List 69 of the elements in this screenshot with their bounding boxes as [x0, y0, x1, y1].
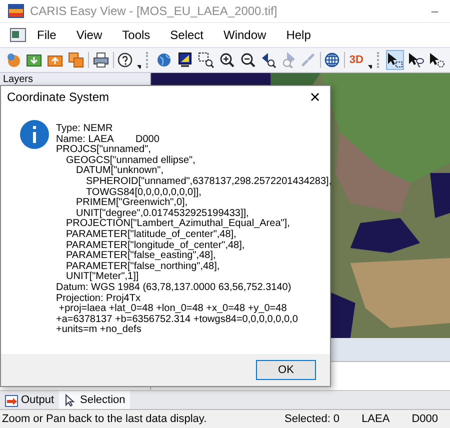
chain-icon [300, 52, 316, 68]
caret-icon[interactable] [137, 65, 142, 69]
pages-icon [68, 52, 84, 68]
menu-item[interactable]: Tools [113, 26, 160, 44]
status-message: Zoom or Pan back to the last data display. [1, 413, 208, 425]
status-field: D000 [402, 413, 450, 425]
document-icon [10, 28, 26, 42]
zoom-next-icon [282, 52, 295, 68]
info-text-line: UNIT["Meter",1]] [66, 272, 139, 283]
info-text-line: PROJCS["unnamed", [56, 145, 152, 156]
info-text-line: UNIT["degree",0.0174532925199433]], [76, 208, 249, 219]
output-icon [5, 394, 18, 406]
panel-title: Layers [3, 74, 34, 85]
info-text-line: PARAMETER["longitude_of_center",48], [66, 240, 246, 251]
info-text-line: Datum: WGS 1984 (63,78,137.0000 63,56,752.3140) [56, 282, 292, 294]
info-text-line: PROJECTION["Lambert_Azimuthal_Equal_Area"], [66, 219, 291, 230]
printer-icon [92, 52, 109, 68]
status-field: Selected: 0 [274, 413, 352, 425]
menu-item[interactable]: File [28, 26, 66, 44]
info-text-line: GEOGCS["unnamed ellipse", [66, 156, 196, 166]
info-icon [20, 120, 49, 149]
info-text-line: +units=m +no_defs [56, 325, 142, 336]
info-text-line: Type: NEMR [56, 124, 114, 135]
select-arrow-icon [386, 52, 403, 68]
info-text-line: PARAMETER["latitude_of_center",48], [66, 230, 238, 240]
select-arrow-icon [408, 52, 424, 68]
info-text-line: +a=6378137 +b=6356752.314 +towgs84=0,0,0,0,0,0,0 [56, 314, 299, 325]
close-button[interactable]: × [300, 86, 330, 108]
info-text-line: DATUM["unknown", [76, 166, 164, 176]
info-text-line: +proj=laea +lat_0=48 +lon_0=48 +x_0=48 +y_0=48 [58, 304, 288, 314]
panel-tab[interactable]: Selection [59, 391, 130, 409]
zoom-previous-icon [261, 52, 278, 68]
select-arrow-icon [428, 52, 445, 68]
toolbar-button[interactable] [260, 50, 278, 70]
toolbar-button[interactable] [406, 50, 425, 70]
ok-button[interactable]: OK [256, 360, 316, 380]
zoom-area-icon [198, 52, 214, 68]
zoom-out-icon [240, 52, 256, 68]
info-text-line: PRIMEM["Greenwich",0], [76, 198, 188, 208]
menu-item[interactable]: Help [277, 26, 320, 44]
toolbar-button[interactable] [92, 50, 110, 70]
help-icon [117, 52, 134, 68]
zoom-in-icon [219, 52, 236, 68]
3d-view-button[interactable]: 3D [348, 50, 365, 70]
menu-item[interactable]: Window [214, 26, 276, 44]
window-title: CARIS Easy View - [MOS_EU_LAEA_2000.tif] [30, 4, 278, 18]
menu-item[interactable]: View [67, 26, 112, 44]
toolbar-button[interactable] [116, 50, 134, 70]
toolbar-button[interactable] [197, 50, 216, 70]
info-text-line: Name: LAEA D000 [56, 134, 160, 145]
panel-tab[interactable]: Output [0, 391, 60, 409]
monitor-icon [177, 52, 194, 68]
pointer-icon [64, 394, 78, 406]
info-text-line: Projection: Proj4Tx [56, 294, 142, 304]
app-icon [8, 4, 24, 18]
info-text-line: PARAMETER["false_easting",48], [66, 251, 216, 262]
info-text-line: PARAMETER["false_northing",48], [66, 262, 221, 272]
status-field: LAEA [352, 413, 402, 425]
minimize-button[interactable]: – [427, 4, 442, 18]
dialog-title: Coordinate System [7, 90, 110, 104]
toolbar-button[interactable] [428, 50, 446, 70]
info-text-line: SPHEROID["unnamed",6378137,298.2572201434283], [86, 176, 332, 188]
toolbar-button[interactable] [176, 50, 194, 70]
caret-icon[interactable] [368, 65, 372, 69]
info-text-line: TOWGS84[0,0,0,0,0,0,0]], [86, 188, 202, 198]
toolbar-button[interactable] [323, 50, 342, 70]
folder-icon [26, 52, 42, 68]
toolbar-button[interactable] [386, 50, 404, 70]
menu-item[interactable]: Select [161, 26, 213, 44]
